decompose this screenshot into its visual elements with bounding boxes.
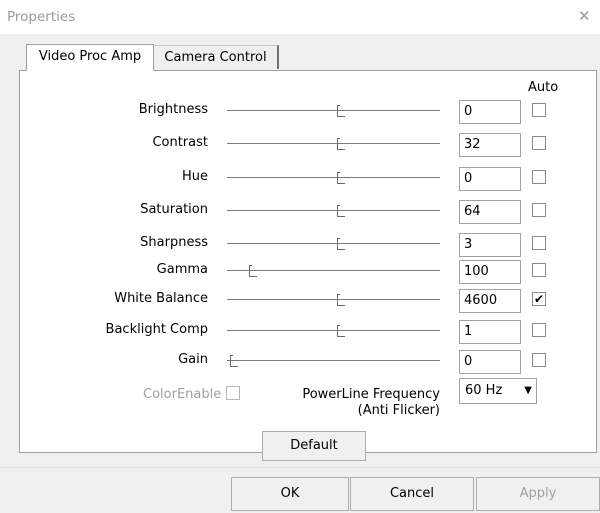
contrast-slider[interactable] <box>227 143 440 144</box>
color-enable-label: ColorEnable <box>143 387 222 402</box>
powerline-selected-value: 60 Hz <box>465 383 503 398</box>
cancel-button[interactable]: Cancel <box>350 477 474 511</box>
gain-slider[interactable] <box>227 360 440 361</box>
brightness-label: Brightness <box>138 102 208 117</box>
white-balance-slider[interactable] <box>227 299 440 300</box>
tab-video-proc-amp[interactable]: Video Proc Amp <box>26 44 154 71</box>
gamma-label: Gamma <box>156 262 208 277</box>
tab-camera-control[interactable]: Camera Control <box>154 45 279 69</box>
saturation-label: Saturation <box>140 202 208 217</box>
hue-slider-thumb[interactable] <box>337 172 345 184</box>
backlight-comp-label: Backlight Comp <box>105 322 208 337</box>
gamma-value-field[interactable]: 100 <box>459 260 521 284</box>
saturation-slider-thumb[interactable] <box>337 205 345 217</box>
brightness-auto-checkbox[interactable] <box>532 103 546 117</box>
saturation-auto-checkbox[interactable] <box>532 203 546 217</box>
contrast-slider-thumb[interactable] <box>337 138 345 150</box>
saturation-slider[interactable] <box>227 210 440 211</box>
gamma-slider-thumb[interactable] <box>249 265 257 277</box>
brightness-slider[interactable] <box>227 110 440 111</box>
chevron-down-icon: ▼ <box>524 385 532 396</box>
footer-divider <box>0 467 600 468</box>
gamma-auto-checkbox[interactable] <box>532 263 546 277</box>
hue-label: Hue <box>181 169 208 184</box>
powerline-frequency-label: PowerLine Frequency (Anti Flicker) <box>270 387 440 419</box>
apply-button: Apply <box>476 477 600 511</box>
close-icon[interactable]: ✕ <box>578 8 591 24</box>
powerline-label-line2: (Anti Flicker) <box>357 403 440 418</box>
sharpness-slider-thumb[interactable] <box>337 238 345 250</box>
sharpness-auto-checkbox[interactable] <box>532 236 546 250</box>
auto-column-header: Auto <box>528 80 559 95</box>
backlight-comp-auto-checkbox[interactable] <box>532 323 546 337</box>
white-balance-slider-thumb[interactable] <box>337 294 345 306</box>
gain-slider-thumb[interactable] <box>230 355 238 367</box>
sharpness-value-field[interactable]: 3 <box>459 233 521 257</box>
backlight-comp-slider[interactable] <box>227 330 440 331</box>
hue-slider[interactable] <box>227 177 440 178</box>
saturation-value-field[interactable]: 64 <box>459 200 521 224</box>
backlight-comp-value-field[interactable]: 1 <box>459 320 521 344</box>
gamma-slider[interactable] <box>227 270 440 271</box>
gain-auto-checkbox[interactable] <box>532 353 546 367</box>
default-button[interactable]: Default <box>262 431 366 461</box>
backlight-comp-slider-thumb[interactable] <box>337 325 345 337</box>
white-balance-value-field[interactable]: 4600 <box>459 289 521 313</box>
gain-label: Gain <box>178 352 208 367</box>
white-balance-auto-checkbox[interactable]: ✔ <box>532 292 546 306</box>
white-balance-label: White Balance <box>114 291 208 306</box>
sharpness-label: Sharpness <box>140 235 208 250</box>
brightness-value-field[interactable]: 0 <box>459 100 521 124</box>
brightness-slider-thumb[interactable] <box>337 105 345 117</box>
title-bar: Properties ✕ <box>0 0 600 34</box>
contrast-label: Contrast <box>152 135 208 150</box>
sharpness-slider[interactable] <box>227 243 440 244</box>
powerline-label-line1: PowerLine Frequency <box>302 387 440 402</box>
ok-button[interactable]: OK <box>231 477 349 511</box>
contrast-auto-checkbox[interactable] <box>532 136 546 150</box>
hue-value-field[interactable]: 0 <box>459 167 521 191</box>
contrast-value-field[interactable]: 32 <box>459 133 521 157</box>
powerline-frequency-select[interactable]: 60 Hz ▼ <box>459 378 537 404</box>
color-enable-checkbox <box>226 386 240 400</box>
window-title: Properties <box>7 9 76 25</box>
gain-value-field[interactable]: 0 <box>459 350 521 374</box>
hue-auto-checkbox[interactable] <box>532 170 546 184</box>
